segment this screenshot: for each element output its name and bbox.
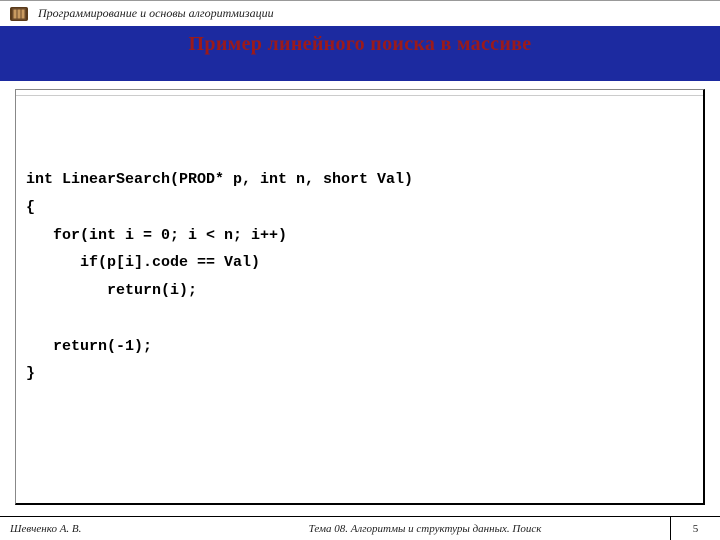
code-panel: int LinearSearch(PROD* p, int n, short V…: [15, 89, 705, 505]
top-bar: Программирование и основы алгоритмизации: [0, 0, 720, 26]
code-inner: int LinearSearch(PROD* p, int n, short V…: [16, 95, 703, 503]
slide-title: Пример линейного поиска в массиве: [0, 33, 720, 56]
footer-page-number: 5: [670, 517, 720, 540]
footer: Шевченко А. В. Тема 08. Алгоритмы и стру…: [0, 516, 720, 540]
course-title: Программирование и основы алгоритмизации: [38, 6, 274, 21]
footer-topic: Тема 08. Алгоритмы и структуры данных. П…: [180, 523, 670, 535]
columns-icon: [10, 7, 28, 21]
title-band: Пример линейного поиска в массиве: [0, 26, 720, 81]
code-block: int LinearSearch(PROD* p, int n, short V…: [16, 96, 703, 398]
footer-author: Шевченко А. В.: [0, 523, 180, 535]
